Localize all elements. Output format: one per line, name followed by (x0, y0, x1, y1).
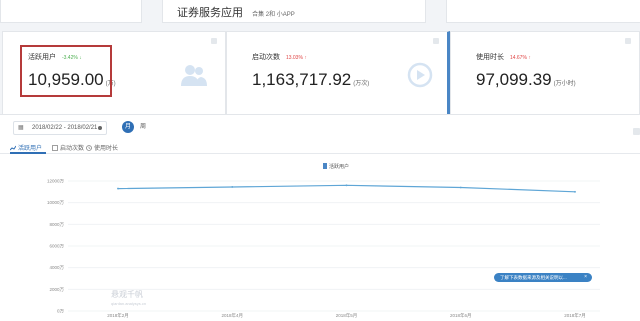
chart-line-icon (10, 145, 16, 151)
app-title-box: 证券服务应用 合集 2和 小APP (162, 0, 426, 23)
tab-active-users[interactable]: 活跃用户 (10, 143, 42, 152)
value-unit: (万小时) (553, 81, 576, 87)
y-tick-label: 12000万 (47, 179, 65, 185)
arrow-up-icon: ↑ (528, 55, 531, 61)
watermark-text: 悬观千帆 (111, 290, 143, 299)
data-point[interactable] (459, 186, 462, 189)
date-range-picker[interactable]: ▦ 2018/02/22 - 2018/02/21 (13, 121, 107, 135)
metric-card-usage-time[interactable]: 使用时长 14.67% ↑ 97,099.39 (万小时) (450, 31, 640, 117)
series-line (117, 184, 576, 193)
active-tab-indicator (10, 152, 46, 154)
close-icon[interactable]: × (584, 273, 587, 282)
x-tick-label: 2018年7月 (564, 312, 586, 319)
app-subtitle: 合集 2和 小APP (252, 12, 295, 18)
x-tick-label: 2018年4月 (221, 312, 243, 319)
week-toggle-button[interactable]: 周 (140, 121, 146, 133)
tip-text: 了解下表数据来源及相关说明以... (500, 275, 567, 280)
x-tick-label: 2018年2月 (107, 312, 129, 319)
tab-launches[interactable]: 启动次数 (52, 143, 84, 152)
month-toggle-button[interactable]: 月 (122, 121, 134, 133)
info-icon[interactable] (625, 38, 631, 44)
play-icon (407, 62, 433, 88)
y-tick-label: 0万 (57, 309, 65, 315)
y-tick-label: 4000万 (49, 265, 64, 271)
watermark-subtext: qianfan.analysys.cn (111, 301, 147, 306)
checkbox-icon (52, 145, 58, 151)
arrow-up-icon: ↑ (304, 55, 307, 61)
card-title: 启动次数 (252, 54, 280, 61)
date-range-text: 2018/02/22 - 2018/02/21 (32, 125, 98, 131)
change-badge: 13.03% ↑ (286, 55, 307, 61)
x-tick-label: 2018年6月 (450, 312, 472, 319)
metric-value: 1,163,717.92 (万次) (252, 70, 369, 90)
app-title: 证券服务应用 合集 2和 小APP (177, 4, 295, 20)
line-chart: 0万 2000万 4000万 6000万 8000万 10000万 12000万 2018年2… (47, 179, 600, 319)
change-value: 14.67% (509, 55, 527, 61)
data-point[interactable] (574, 190, 576, 193)
y-tick-label: 10000万 (47, 200, 65, 206)
top-strip: 证券服务应用 合集 2和 小APP (0, 0, 640, 26)
metric-label: 使用时长 14.67% ↑ (476, 52, 531, 62)
expand-icon[interactable] (633, 128, 640, 135)
data-point[interactable] (117, 187, 119, 190)
clock-icon (86, 145, 92, 151)
users-icon (181, 65, 207, 86)
app-name: 证券服务应用 (177, 7, 243, 19)
change-badge: 14.67% ↑ (510, 55, 531, 61)
metric-card-launches[interactable]: 启动次数 13.03% ↑ 1,163,717.92 (万次) (226, 31, 450, 117)
metric-tabs: 活跃用户 启动次数 使用时长 (0, 141, 640, 154)
trend-panel: ▦ 2018/02/22 - 2018/02/21 月 周 活跃用户 启动次数 … (0, 114, 640, 321)
calendar-icon: ▦ (18, 125, 24, 131)
tab-usage-time[interactable]: 使用时长 (86, 143, 118, 152)
info-icon[interactable] (211, 38, 217, 44)
clear-icon[interactable] (98, 126, 102, 130)
x-tick-label: 2018年5月 (336, 312, 358, 319)
y-tick-label: 8000万 (49, 222, 64, 228)
value-number: 1,163,717.92 (252, 70, 352, 89)
top-left-box (0, 0, 142, 23)
highlight-box (20, 45, 112, 97)
info-icon[interactable] (433, 38, 439, 44)
metric-label: 启动次数 13.03% ↑ (252, 52, 307, 62)
y-tick-label: 6000万 (49, 244, 64, 250)
tab-label: 使用时长 (94, 146, 119, 152)
value-unit: (万次) (353, 81, 370, 87)
change-value: 13.03% (285, 55, 303, 61)
value-number: 97,099.39 (476, 70, 552, 89)
info-tip-banner[interactable]: 了解下表数据来源及相关说明以... × (494, 273, 592, 282)
card-title: 使用时长 (476, 54, 504, 61)
tab-label: 启动次数 (60, 146, 85, 152)
watermark: 悬观千帆 qianfan.analysys.cn (111, 289, 146, 306)
y-tick-label: 2000万 (49, 287, 64, 293)
data-point[interactable] (345, 184, 348, 187)
metric-value: 97,099.39 (万小时) (476, 70, 576, 90)
top-right-box (446, 0, 640, 23)
trend-chart: 活跃用户 0万 2000万 4000万 6000万 8000万 10000万 12000万 2… (0, 155, 640, 321)
data-point[interactable] (231, 186, 234, 188)
